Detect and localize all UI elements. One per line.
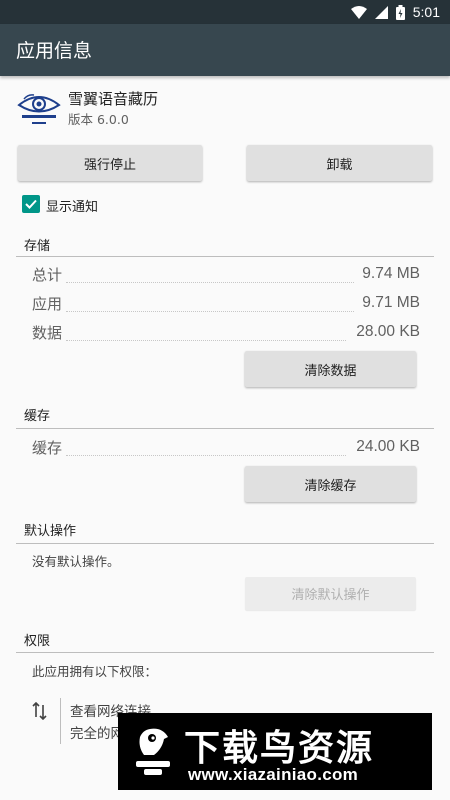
leader-dots [66,282,354,283]
cache-value: 24.00 KB [356,438,420,455]
page-title: 应用信息 [16,40,93,62]
storage-app-label: 应用 [32,295,63,313]
leader-dots [66,455,346,456]
status-bar: 5:01 [0,0,450,24]
leader-dots [66,311,354,312]
permissions-divider [16,652,434,653]
cache-divider [16,428,434,429]
app-version: 版本 6.0.0 [68,112,129,127]
wifi-icon [350,5,367,19]
cache-label: 缓存 [32,439,63,457]
show-notifications-label: 显示通知 [46,200,99,215]
storage-data-value: 28.00 KB [356,323,420,340]
storage-divider [16,256,434,257]
show-notifications-checkbox[interactable] [22,195,40,213]
watermark-url: www.xiazainiao.com [188,765,359,784]
leader-dots [66,340,346,341]
storage-total-label: 总计 [32,266,63,284]
cache-header: 缓存 [24,409,51,424]
storage-data-label: 数据 [32,324,63,342]
status-icons: 5:01 [350,3,440,21]
status-time: 5:01 [412,4,440,20]
checkmark-icon [25,199,37,209]
force-stop-button[interactable]: 强行停止 [18,145,202,181]
app-name: 雪翼语音藏历 [68,90,159,108]
storage-header: 存储 [24,239,51,254]
defaults-text: 没有默认操作。 [32,554,120,569]
permissions-header: 权限 [24,634,51,649]
uninstall-button[interactable]: 卸载 [247,145,432,181]
storage-total-value: 9.74 MB [362,265,420,282]
bird-logo-icon [136,728,170,775]
clear-cache-button[interactable]: 清除缓存 [245,466,416,502]
watermark-title: 下载鸟资源 [184,728,375,769]
signal-icon [374,5,388,19]
defaults-header: 默认操作 [24,524,77,539]
watermark-banner: 下载鸟资源 www.xiazainiao.com [118,713,432,790]
battery-icon [395,4,405,20]
storage-app-value: 9.71 MB [362,294,420,311]
clear-data-button[interactable]: 清除数据 [245,351,416,387]
clear-defaults-button[interactable]: 清除默认操作 [245,577,416,610]
permission-divider [60,698,61,744]
permissions-intro: 此应用拥有以下权限： [32,664,158,679]
swap-vertical-icon [32,702,47,720]
defaults-divider [16,543,434,544]
eye-logo-icon [17,94,61,124]
app-bar: 应用信息 [0,24,450,76]
